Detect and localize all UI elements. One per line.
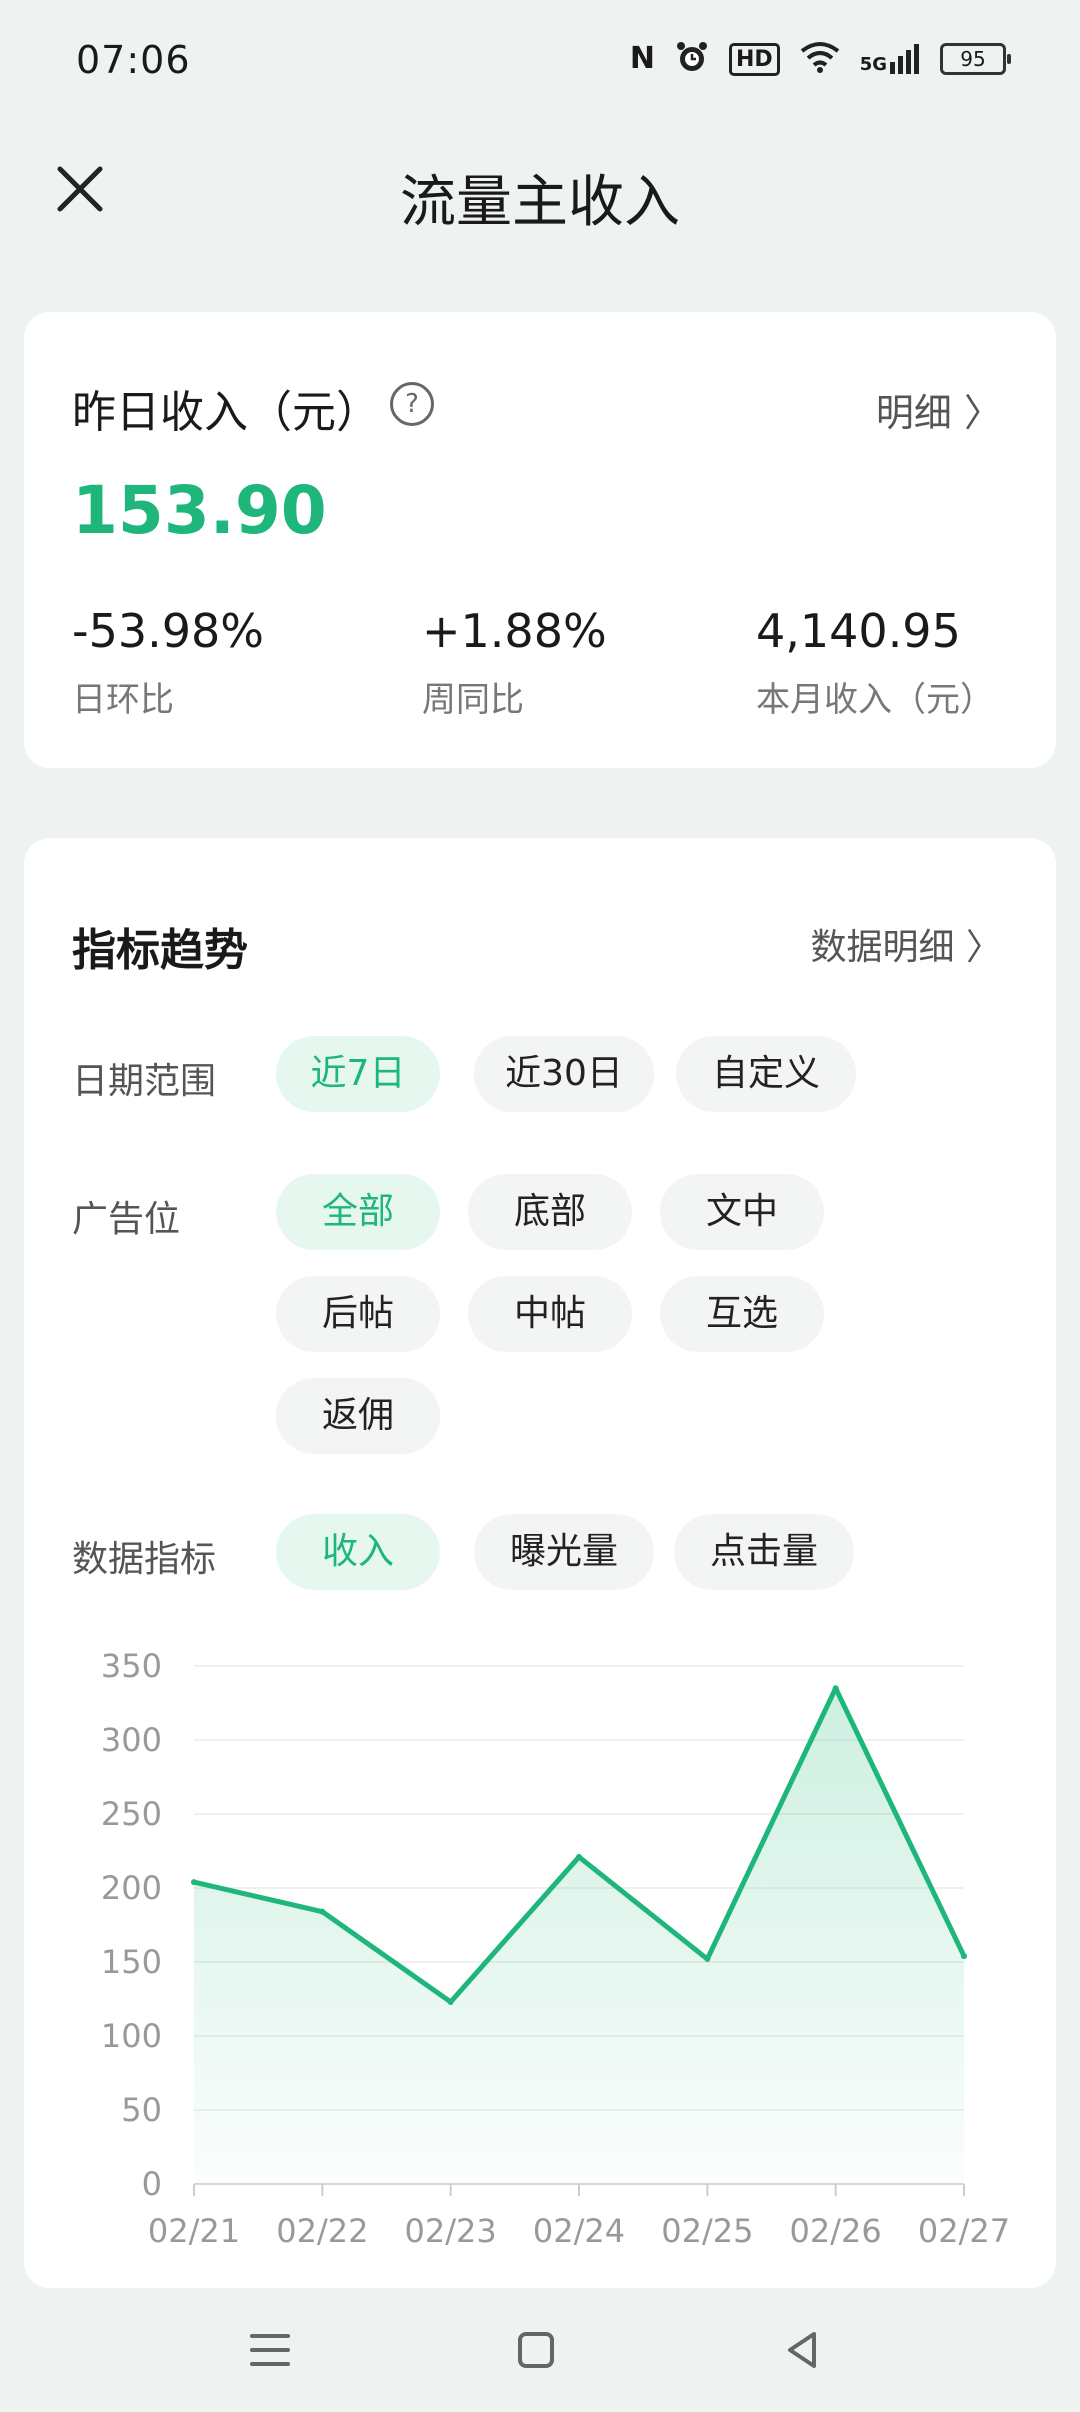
series-area: [194, 1688, 964, 2184]
y-tick-label: 300: [101, 1721, 162, 1759]
hd-icon: HD: [729, 42, 780, 76]
y-tick-label: 100: [101, 2017, 162, 2055]
metric-value: -53.98%: [72, 604, 264, 658]
back-icon: [788, 2332, 816, 2368]
nfc-icon: N: [629, 41, 655, 76]
metric-day-over-day: -53.98% 日环比: [72, 604, 264, 721]
status-bar: 07:06 N HD 5G 95: [0, 0, 1080, 120]
battery-icon: 95: [940, 43, 1011, 75]
data-point-02/21: [191, 1879, 197, 1886]
y-tick-label: 200: [101, 1869, 162, 1907]
menu-button[interactable]: [230, 2310, 310, 2390]
system-nav-bar: [0, 2288, 1080, 2412]
x-tick-label: 02/27: [918, 2212, 1010, 2250]
x-tick-label: 02/25: [661, 2212, 753, 2250]
help-icon[interactable]: ?: [390, 382, 434, 426]
data-point-02/26: [832, 1685, 839, 1692]
y-tick-label: 0: [142, 2165, 162, 2203]
back-button[interactable]: [762, 2310, 842, 2390]
top-bar: 流量主收入: [0, 135, 1080, 255]
x-tick-label: 02/26: [790, 2212, 882, 2250]
yesterday-income-card: 昨日收入（元） ? 明细 〉 153.90 -53.98% 日环比 +1.88%…: [24, 312, 1056, 768]
signal-icon: 5G: [860, 44, 920, 74]
alarm-icon: [675, 40, 709, 78]
metric-value: 4,140.95: [756, 604, 961, 658]
yesterday-income-label: 昨日收入（元）: [72, 387, 380, 438]
data-point-02/22: [319, 1908, 326, 1915]
status-time: 07:06: [76, 38, 191, 82]
y-tick-label: 50: [121, 2091, 162, 2129]
metric-week-over-week: +1.88% 周同比: [422, 604, 607, 721]
wifi-icon: [800, 41, 840, 77]
metric-label: 本月收入（元）: [756, 680, 994, 720]
income-trend-chart: 0 50 100 150 200 250 300 350 02/21 02/22 02/23 02/…: [101, 1647, 1010, 2250]
status-icons: N HD 5G 95: [629, 40, 1011, 78]
data-point-02/25: [704, 1956, 711, 1963]
data-point-02/27: [961, 1953, 967, 1960]
home-icon: [518, 2332, 554, 2368]
metric-value: +1.88%: [422, 604, 607, 658]
y-tick-label: 250: [101, 1795, 162, 1833]
yesterday-income-amount: 153.90: [72, 472, 327, 549]
home-button[interactable]: [496, 2310, 576, 2390]
metric-month-income: 4,140.95 本月收入（元）: [756, 604, 994, 721]
metric-label: 日环比: [72, 680, 174, 720]
x-tick-label: 02/22: [276, 2212, 368, 2250]
metric-label: 周同比: [422, 680, 524, 720]
data-point-02/24: [576, 1853, 582, 1860]
page-title: 流量主收入: [400, 170, 680, 235]
x-tick-label: 02/24: [533, 2212, 625, 2250]
detail-link[interactable]: 明细 〉: [876, 382, 1002, 437]
menu-icon: [250, 2334, 290, 2366]
y-tick-label: 150: [101, 1943, 162, 1981]
x-tick-label: 02/23: [405, 2212, 497, 2250]
metric-trend-card: 指标趋势 数据明细 〉 日期范围 近7日 近30日 自定义 广告位 全部 底部 …: [24, 838, 1056, 2288]
x-tick-label: 02/21: [148, 2212, 240, 2250]
data-point-02/23: [447, 1998, 454, 2005]
y-tick-label: 350: [101, 1647, 162, 1685]
